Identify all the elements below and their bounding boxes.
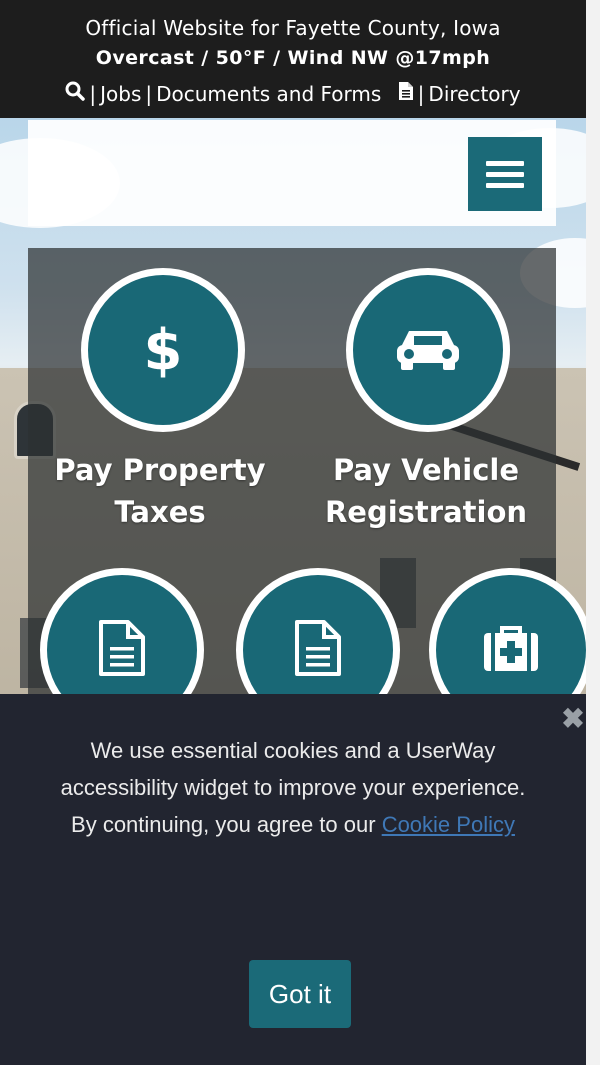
top-info-bar: Official Website for Fayette County, Iow… xyxy=(0,0,586,118)
hamburger-menu-icon xyxy=(486,182,524,188)
dollar-icon: $ xyxy=(143,317,183,383)
hamburger-menu-icon xyxy=(486,160,524,166)
document-icon xyxy=(98,619,146,681)
document-icon[interactable] xyxy=(398,81,414,106)
pay-vehicle-registration-label[interactable]: Pay Vehicle Registration xyxy=(306,449,546,533)
utility-links: | Jobs | Documents and Forms | Directory xyxy=(0,80,586,106)
tile-label-line: Registration xyxy=(324,495,528,529)
tile-label-line: Taxes xyxy=(114,495,206,529)
jobs-link[interactable]: Jobs xyxy=(100,82,141,106)
hamburger-menu-icon xyxy=(486,171,524,177)
pay-vehicle-registration-button[interactable] xyxy=(346,268,510,432)
separator: | xyxy=(145,81,153,106)
accept-cookies-button[interactable]: Got it xyxy=(249,960,351,1028)
cookie-consent-banner: ✖ We use essential cookies and a UserWay… xyxy=(0,694,586,1065)
cookie-message-text: We use essential cookies and a UserWay a… xyxy=(60,738,526,800)
menu-button[interactable] xyxy=(468,137,542,211)
page: Official Website for Fayette County, Iow… xyxy=(0,0,586,1065)
separator: | xyxy=(417,81,425,106)
pay-property-taxes-label[interactable]: Pay Property Taxes xyxy=(40,449,280,533)
medical-kit-icon xyxy=(482,623,540,677)
weather-readout: Overcast / 50°F / Wind NW @17mph xyxy=(95,47,491,69)
separator: | xyxy=(89,81,97,106)
directory-link[interactable]: Directory xyxy=(428,82,520,106)
cookie-policy-link[interactable]: Cookie Policy xyxy=(382,812,515,837)
documents-forms-link[interactable]: Documents and Forms xyxy=(156,82,381,106)
site-tagline: Official Website for Fayette County, Iow… xyxy=(85,16,501,40)
tile-label-line: Pay Vehicle xyxy=(332,453,520,487)
cookie-continue-text: By continuing, you agree to our xyxy=(71,812,376,837)
tile-label-line: Pay Property xyxy=(54,453,266,487)
cookie-message: We use essential cookies and a UserWay a… xyxy=(40,732,546,843)
cookie-continue-line: By continuing, you agree to our Cookie P… xyxy=(40,806,546,843)
scrollbar[interactable] xyxy=(586,0,600,1065)
search-icon[interactable] xyxy=(65,81,86,106)
car-icon xyxy=(395,325,461,375)
document-icon xyxy=(294,619,342,681)
pay-property-taxes-button[interactable]: $ xyxy=(81,268,245,432)
close-icon[interactable]: ✖ xyxy=(560,705,586,733)
